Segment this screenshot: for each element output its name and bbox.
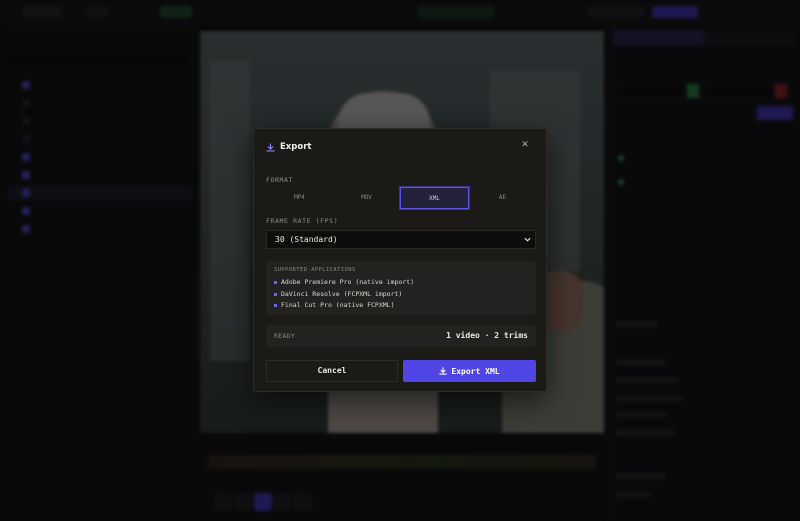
format-option-mp4[interactable]: MP4 [266,187,333,209]
export-xml-button[interactable]: Export XML [403,360,536,382]
format-option-ae[interactable]: AE [469,187,536,209]
export-dialog: Export ✕ FORMAT MP4 MOV XML AE FRAME RAT… [253,128,547,392]
status-text: READY [274,332,296,340]
frame-rate-label: FRAME RATE (FPS) [266,217,339,225]
close-icon[interactable]: ✕ [520,140,530,150]
export-status-bar: READY 1 video · 2 trims [266,325,536,347]
frame-rate-select[interactable]: 30 (Standard) [266,230,536,249]
bullet-icon [274,280,277,284]
format-option-xml[interactable]: XML [399,186,470,210]
list-item: DaVinci Resolve (FCPXML import) [274,290,402,298]
format-label: FORMAT [266,176,294,184]
bullet-icon [274,292,277,296]
dialog-title: Export [280,142,312,152]
chevron-down-icon [524,237,531,242]
export-button-label: Export XML [451,366,500,376]
list-item: Adobe Premiere Pro (native import) [274,278,414,286]
supported-apps-panel: SUPPORTED APPLICATIONS Adobe Premiere Pr… [266,261,536,315]
format-option-mov[interactable]: MOV [333,187,400,209]
dialog-header: Export [266,141,311,153]
cancel-button[interactable]: Cancel [266,360,398,382]
format-selector: MP4 MOV XML AE [266,186,536,210]
export-summary: 1 video · 2 trims [446,331,528,340]
supported-apps-title: SUPPORTED APPLICATIONS [274,267,356,273]
download-icon [439,367,448,375]
download-icon [266,142,275,152]
frame-rate-value: 30 (Standard) [275,235,338,244]
bullet-icon [274,303,277,307]
list-item: Final Cut Pro (native FCPXML) [274,301,395,309]
